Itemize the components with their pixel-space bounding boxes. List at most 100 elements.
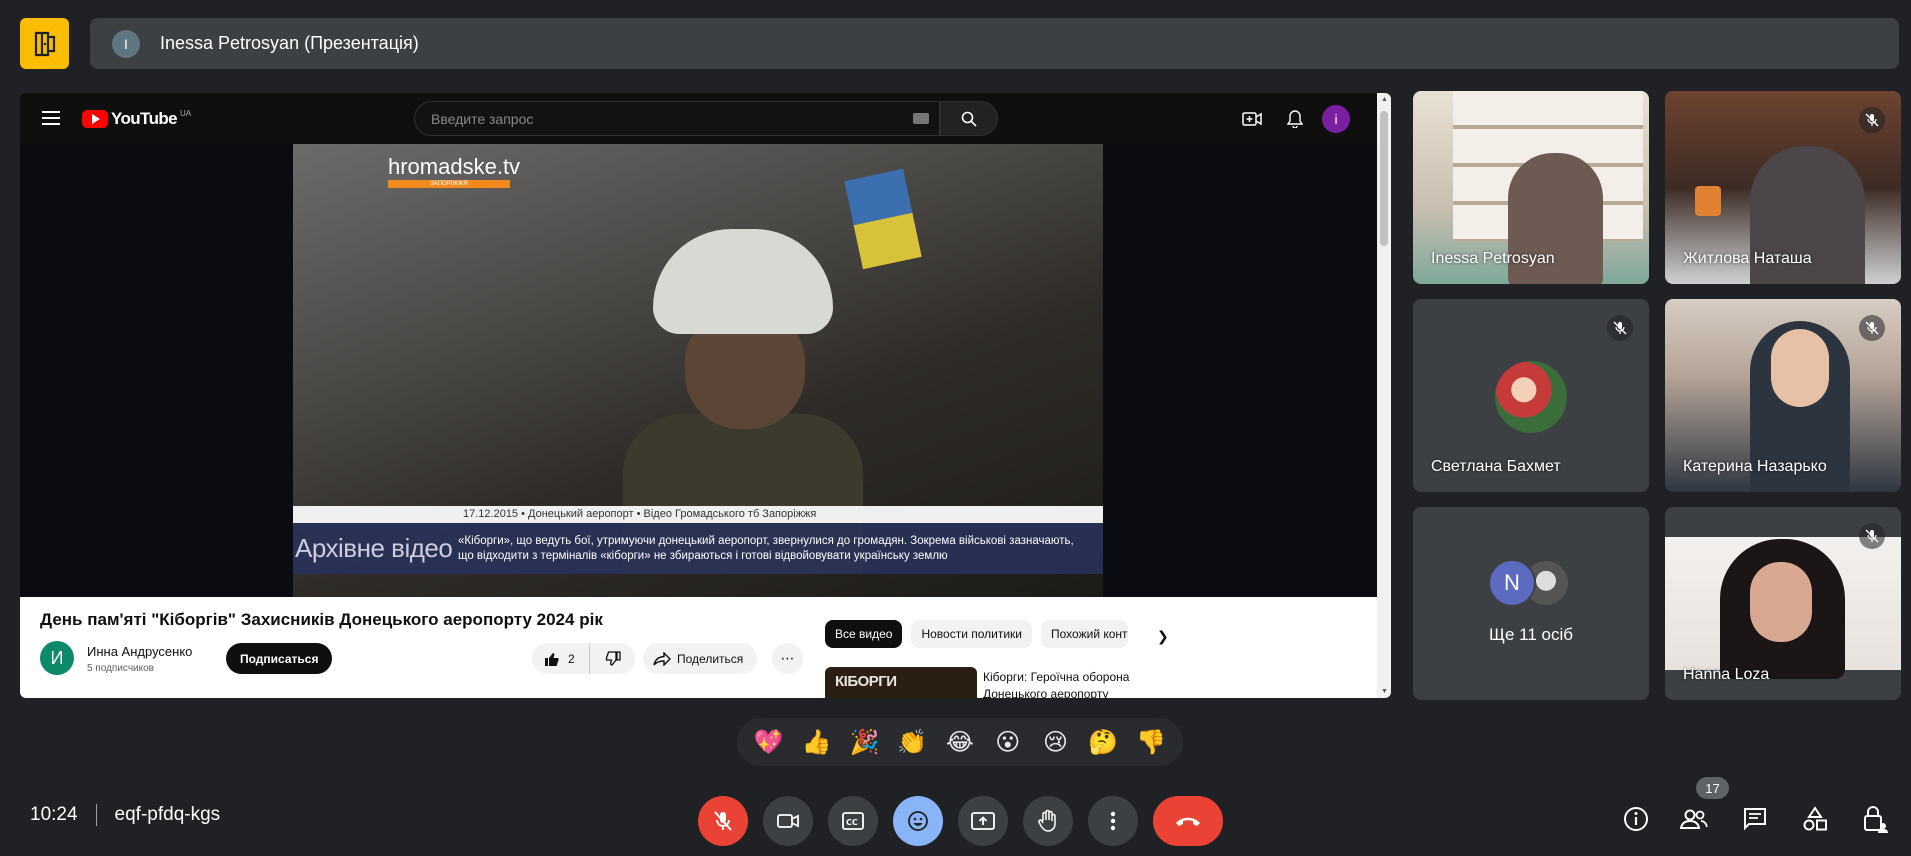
captions-button[interactable]: CC xyxy=(828,796,878,846)
host-controls-button[interactable] xyxy=(1860,804,1890,834)
more-participants-count: Ще 11 осіб xyxy=(1489,625,1573,644)
video-title: День пам'яті "Кіборгів" Захисників Донец… xyxy=(40,610,603,629)
scrollbar-thumb[interactable] xyxy=(1380,111,1388,246)
create-video-icon[interactable] xyxy=(1242,109,1262,129)
reaction-clap[interactable]: 👏 xyxy=(894,724,930,760)
scroll-down-icon[interactable]: ▼ xyxy=(1381,688,1388,695)
meeting-details: 10:24 eqf-pfdq-kgs xyxy=(30,804,220,826)
youtube-user-avatar[interactable]: i xyxy=(1322,105,1350,133)
chevron-right-icon[interactable]: ❯ xyxy=(1157,628,1169,645)
youtube-logo-text: YouTube xyxy=(111,109,178,128)
chat-button[interactable] xyxy=(1740,804,1770,834)
info-icon xyxy=(1624,807,1648,831)
reaction-heart[interactable]: 💖 xyxy=(751,724,787,760)
youtube-header: YouTube UA i xyxy=(20,93,1377,144)
participant-name: Житлова Наташа xyxy=(1683,250,1812,267)
video-camera-icon xyxy=(777,814,799,828)
lower-third-date-line: 17.12.2015 • Донецький аеропорт • Відео … xyxy=(293,506,1103,523)
lower-third-text: «Кіборги», що ведуть бої, утримуючи доне… xyxy=(458,534,1074,562)
youtube-search-input[interactable] xyxy=(414,101,940,136)
reactions-bar: 💖 👍 🎉 👏 😂 😮 😢 🤔 👎 xyxy=(737,718,1183,766)
youtube-search-button[interactable] xyxy=(940,101,998,136)
presenter-banner: I Inessa Petrosyan (Презентація) xyxy=(90,18,1899,69)
activities-shapes-icon xyxy=(1803,806,1827,831)
reaction-thinking[interactable]: 🤔 xyxy=(1085,724,1121,760)
youtube-logo[interactable]: YouTube UA xyxy=(82,109,191,129)
presenter-title: Inessa Petrosyan (Презентація) xyxy=(160,33,419,53)
participant-tile[interactable]: Светлана Бахмет xyxy=(1413,299,1649,492)
chat-icon xyxy=(1744,808,1766,831)
lock-person-icon xyxy=(1864,806,1888,833)
presentation-icon[interactable] xyxy=(20,18,69,69)
channel-avatar[interactable]: И xyxy=(40,641,74,675)
chip-politics-news[interactable]: Новости политики xyxy=(911,620,1033,648)
mic-off-icon xyxy=(714,811,732,831)
scrollbar[interactable]: ▲ ▼ xyxy=(1377,93,1391,698)
people-count-badge: 17 xyxy=(1696,777,1729,799)
leave-call-button[interactable] xyxy=(1153,796,1223,846)
raise-hand-icon xyxy=(1038,809,1056,832)
mic-off-icon xyxy=(1859,107,1885,133)
reactions-button[interactable] xyxy=(893,796,943,846)
camera-toggle-button[interactable] xyxy=(763,796,813,846)
participant-tile[interactable]: Inessa Petrosyan xyxy=(1413,91,1649,284)
hamburger-menu-icon[interactable] xyxy=(42,111,60,125)
chip-similar-content[interactable]: Похожий контент xyxy=(1041,620,1129,648)
search-icon xyxy=(961,111,977,127)
more-options-button[interactable] xyxy=(1088,796,1138,846)
share-icon xyxy=(653,651,671,666)
participant-tile[interactable]: Житлова Наташа xyxy=(1665,91,1901,284)
hang-up-icon xyxy=(1176,817,1200,826)
emoji-icon xyxy=(908,811,928,831)
microphone-toggle-button[interactable] xyxy=(698,796,748,846)
present-screen-icon xyxy=(971,812,995,830)
notifications-bell-icon[interactable] xyxy=(1285,109,1305,129)
recommended-thumbnail[interactable]: КІБОРГИ xyxy=(825,667,977,698)
participant-tile[interactable]: Hanna Loza xyxy=(1665,507,1901,700)
activities-button[interactable] xyxy=(1800,804,1830,834)
like-button[interactable]: 2 xyxy=(532,643,590,674)
participant-tile[interactable]: Катерина Назарько xyxy=(1665,299,1901,492)
reaction-surprised[interactable]: 😮 xyxy=(990,724,1026,760)
filter-chips: Все видео Новости политики Похожий конте… xyxy=(825,620,1129,648)
more-vert-icon xyxy=(1110,811,1116,831)
raise-hand-button[interactable] xyxy=(1023,796,1073,846)
reaction-thumbs-down[interactable]: 👎 xyxy=(1133,724,1169,760)
participant-avatar: N xyxy=(1488,559,1536,607)
reaction-sad[interactable]: 😢 xyxy=(1037,724,1073,760)
channel-name[interactable]: Инна Андрусенко xyxy=(87,644,192,659)
meeting-code: eqf-pfdq-kgs xyxy=(114,804,221,825)
more-participants-tile[interactable]: N Ще 11 осіб xyxy=(1413,507,1649,700)
participant-name: Inessa Petrosyan xyxy=(1431,250,1555,267)
lower-third-caption: 17.12.2015 • Донецький аеропорт • Відео … xyxy=(293,506,1103,576)
more-participants-avatars: N xyxy=(1488,559,1570,607)
thumbs-up-icon xyxy=(545,652,559,666)
mic-off-icon xyxy=(1859,315,1885,341)
share-button[interactable]: Поделиться xyxy=(643,643,758,674)
meeting-info-button[interactable] xyxy=(1621,804,1651,834)
mic-off-icon xyxy=(1859,523,1885,549)
thumbs-down-icon xyxy=(605,650,621,666)
people-button[interactable] xyxy=(1679,804,1709,834)
shared-screen: YouTube UA i hromadske.tv ЗАПОРІЖЖЯ xyxy=(20,93,1391,698)
video-info-panel: День пам'яті "Кіборгів" Захисників Донец… xyxy=(20,597,1377,698)
video-frame: hromadske.tv ЗАПОРІЖЖЯ 17.12.2015 • Доне… xyxy=(293,144,1103,597)
dislike-button[interactable] xyxy=(590,643,635,674)
keyboard-icon[interactable] xyxy=(913,113,929,124)
share-label: Поделиться xyxy=(677,651,744,666)
lower-third-label: Архівне відео xyxy=(295,533,453,563)
present-screen-button[interactable] xyxy=(958,796,1008,846)
subscribe-button[interactable]: Подписаться xyxy=(226,643,333,674)
like-dislike-group: 2 xyxy=(532,643,635,674)
chip-all-videos[interactable]: Все видео xyxy=(825,620,903,648)
video-player[interactable]: hromadske.tv ЗАПОРІЖЖЯ 17.12.2015 • Доне… xyxy=(20,144,1377,597)
reaction-thumbs-up[interactable]: 👍 xyxy=(799,724,835,760)
youtube-play-icon xyxy=(82,110,108,128)
more-options-icon[interactable]: ⋯ xyxy=(772,643,803,674)
reaction-laugh[interactable]: 😂 xyxy=(942,724,978,760)
svg-text:CC: CC xyxy=(846,818,858,827)
presenter-avatar: I xyxy=(112,29,140,58)
reaction-party[interactable]: 🎉 xyxy=(846,724,882,760)
scroll-up-icon[interactable]: ▲ xyxy=(1381,96,1388,103)
recommended-title[interactable]: Кіборги: Героїчна оборона Донецького аер… xyxy=(983,669,1163,698)
